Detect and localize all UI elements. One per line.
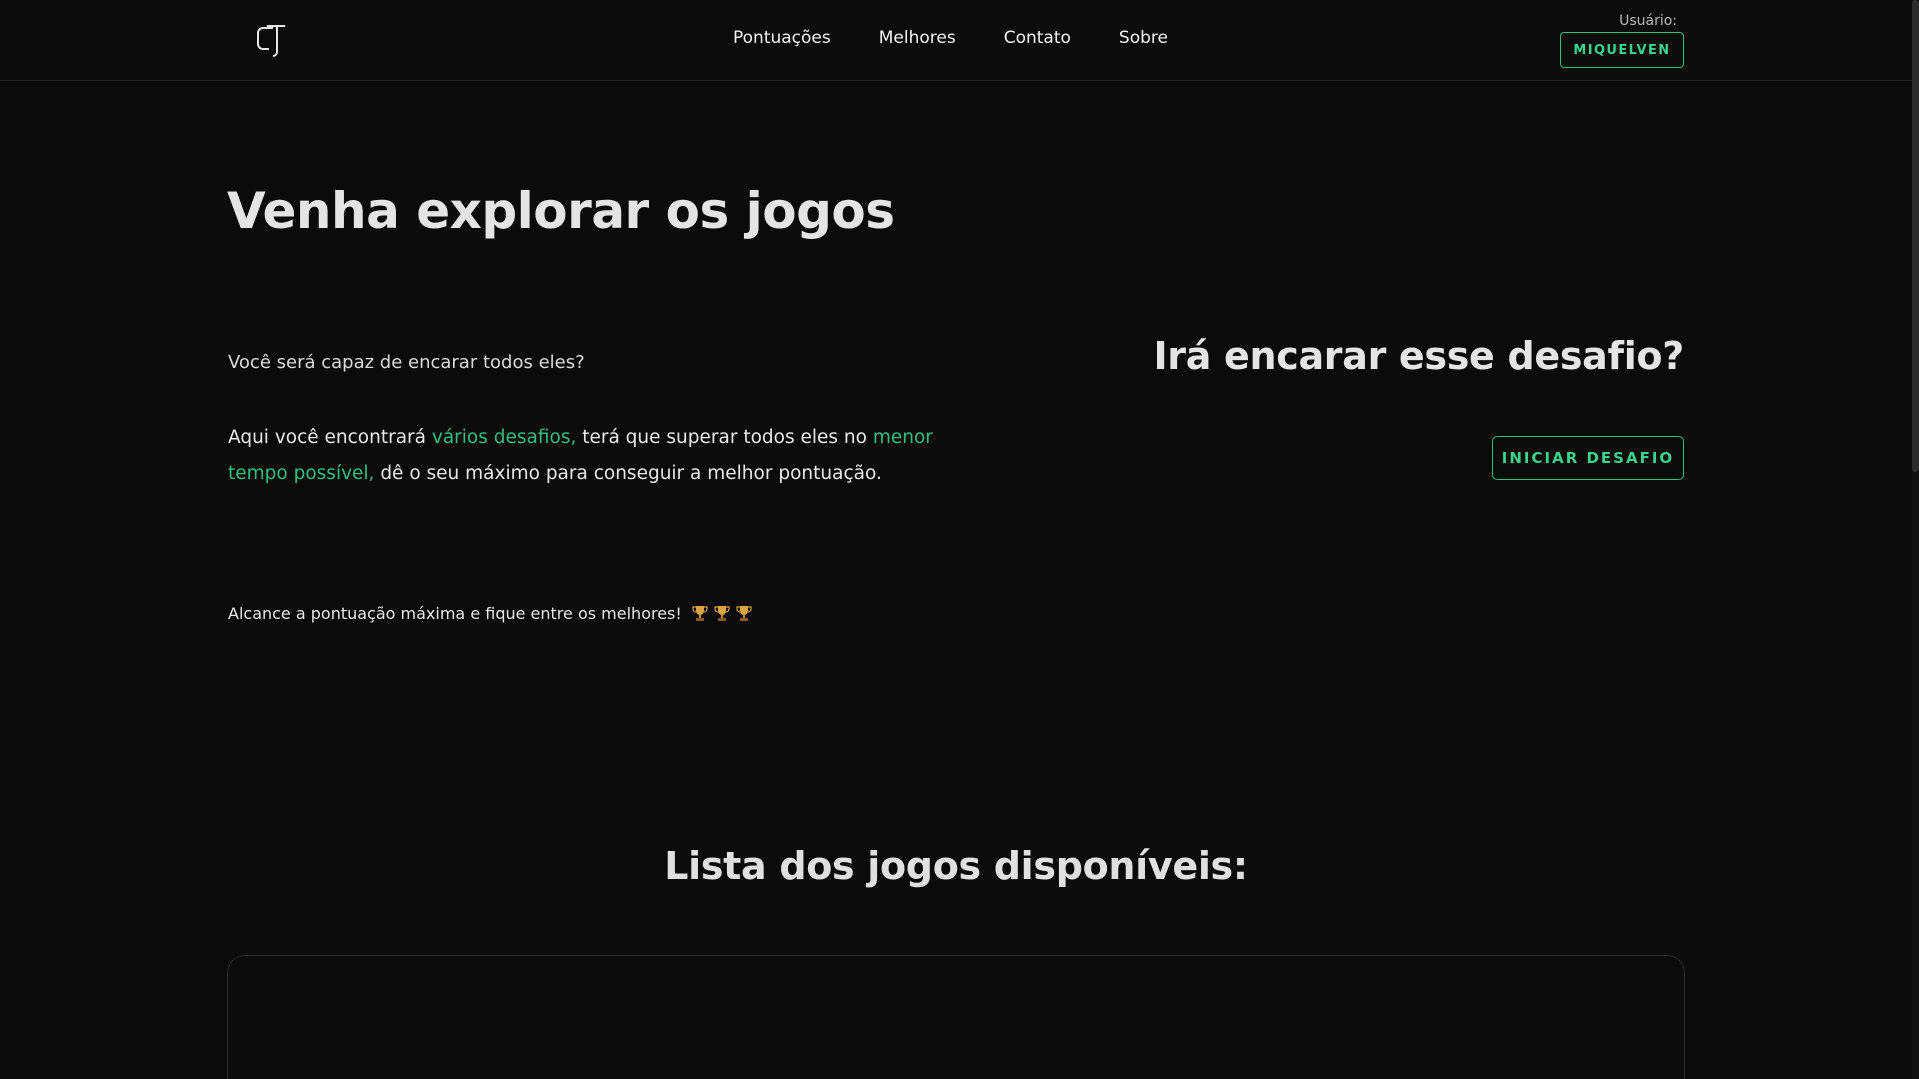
start-challenge-button[interactable]: INICIAR DESAFIO xyxy=(1492,436,1684,480)
user-label: Usuário: xyxy=(1619,13,1677,29)
hero-title: Venha explorar os jogos xyxy=(227,182,895,240)
page-scrollbar[interactable] xyxy=(1912,0,1919,1079)
games-list-panel xyxy=(227,955,1685,1079)
games-list-title: Lista dos jogos disponíveis: xyxy=(664,844,1248,888)
trophy-group xyxy=(692,605,752,623)
nav-link-sobre[interactable]: Sobre xyxy=(1119,28,1168,48)
trophy-icon xyxy=(736,605,752,621)
trophy-icon xyxy=(714,605,730,621)
top-navbar: Pontuações Melhores Contato Sobre Usuári… xyxy=(0,0,1912,81)
nav-link-contato[interactable]: Contato xyxy=(1004,28,1071,48)
hero-desc-text: terá que superar todos eles no xyxy=(576,427,873,448)
reach-max-score-text: Alcance a pontuação máxima e fique entre… xyxy=(228,604,752,623)
scrollbar-thumb[interactable] xyxy=(1912,0,1919,472)
nav-link-pontuacoes[interactable]: Pontuações xyxy=(733,28,831,48)
hero-desc-highlight: vários desafios, xyxy=(431,427,577,448)
user-account-button[interactable]: MIQUELVEN xyxy=(1560,32,1684,68)
challenge-title: Irá encarar esse desafio? xyxy=(1153,334,1684,378)
trophy-icon xyxy=(692,605,708,621)
hero-desc-text: Aqui você encontrará xyxy=(228,427,432,448)
hero-description: Aqui você encontrará vários desafios, te… xyxy=(228,420,948,492)
hero-desc-text: dê o seu máximo para conseguir a melhor … xyxy=(374,463,882,484)
page: Pontuações Melhores Contato Sobre Usuári… xyxy=(0,0,1919,1079)
main-nav: Pontuações Melhores Contato Sobre xyxy=(733,28,1168,48)
nav-link-melhores[interactable]: Melhores xyxy=(879,28,956,48)
gt-logo-icon[interactable] xyxy=(255,22,287,58)
reach-text: Alcance a pontuação máxima e fique entre… xyxy=(228,604,682,623)
hero-question: Você será capaz de encarar todos eles? xyxy=(228,352,585,373)
